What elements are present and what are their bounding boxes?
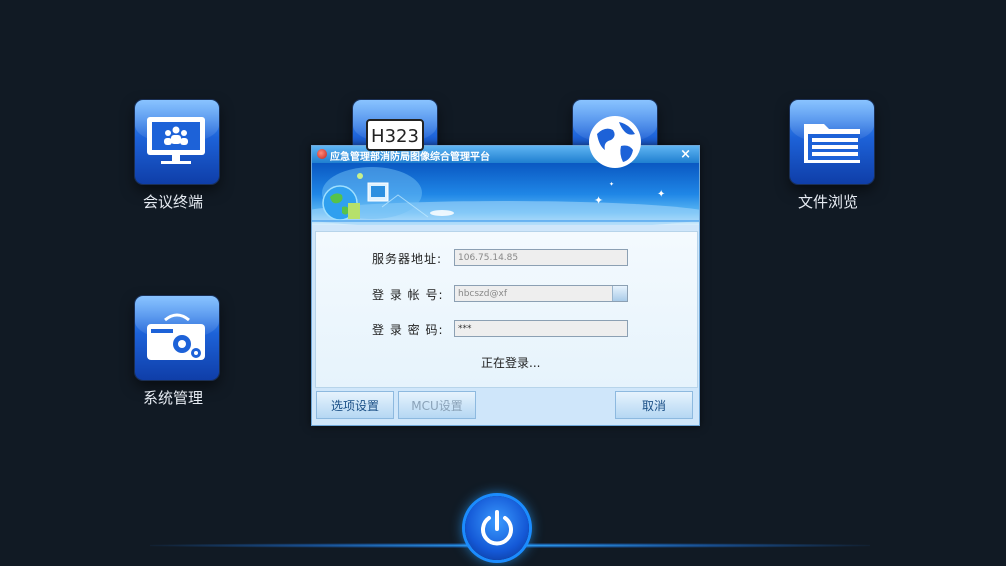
app-globe[interactable] (573, 100, 657, 184)
app-system-management-label: 系统管理 (142, 389, 203, 407)
sparkle-icon: ✦ (594, 194, 603, 207)
cancel-button[interactable]: 取消 (615, 391, 693, 419)
app-meeting-terminal-label: 会议终端 (142, 193, 203, 211)
server-address-label: 服务器地址: (372, 252, 443, 266)
login-form: 服务器地址: 106.75.14.85 登 录 帐 号: hbcszd@xf 登… (315, 231, 698, 388)
login-password-label: 登 录 密 码: (372, 323, 444, 337)
app-h323[interactable]: H323 (353, 100, 437, 184)
server-address-field[interactable]: 106.75.14.85 (454, 249, 628, 266)
login-account-field[interactable]: hbcszd@xf (454, 285, 628, 302)
login-account-label: 登 录 帐 号: (372, 288, 444, 302)
globe-icon (589, 116, 641, 168)
power-icon (481, 510, 513, 546)
sparkle-icon: ✦ (657, 189, 665, 200)
login-password-field[interactable]: *** (454, 320, 628, 337)
mcu-settings-button[interactable]: MCU设置 (398, 391, 476, 419)
close-button[interactable]: × (680, 146, 691, 163)
app-logo-icon (317, 149, 327, 159)
settings-toolbox-icon (147, 313, 205, 360)
app-system-management[interactable] (135, 296, 219, 380)
login-status-text: 正在登录... (481, 356, 541, 370)
login-dialog: 应急管理部消防局图像综合管理平台 × ✦ ✦ ✦ 服务器地址: 106.75.1… (311, 145, 700, 426)
account-dropdown-icon[interactable] (612, 286, 627, 301)
login-account-value: hbcszd@xf (458, 289, 507, 299)
folder-icon (804, 124, 860, 163)
options-settings-button[interactable]: 选项设置 (316, 391, 394, 419)
h323-icon-text: H323 (371, 126, 419, 147)
app-meeting-terminal[interactable] (135, 100, 219, 184)
power-button[interactable] (465, 496, 529, 560)
app-file-browser[interactable] (790, 100, 874, 184)
video-conference-icon (147, 117, 205, 164)
app-file-browser-label: 文件浏览 (797, 193, 858, 211)
h323-icon: H323 (366, 119, 424, 151)
